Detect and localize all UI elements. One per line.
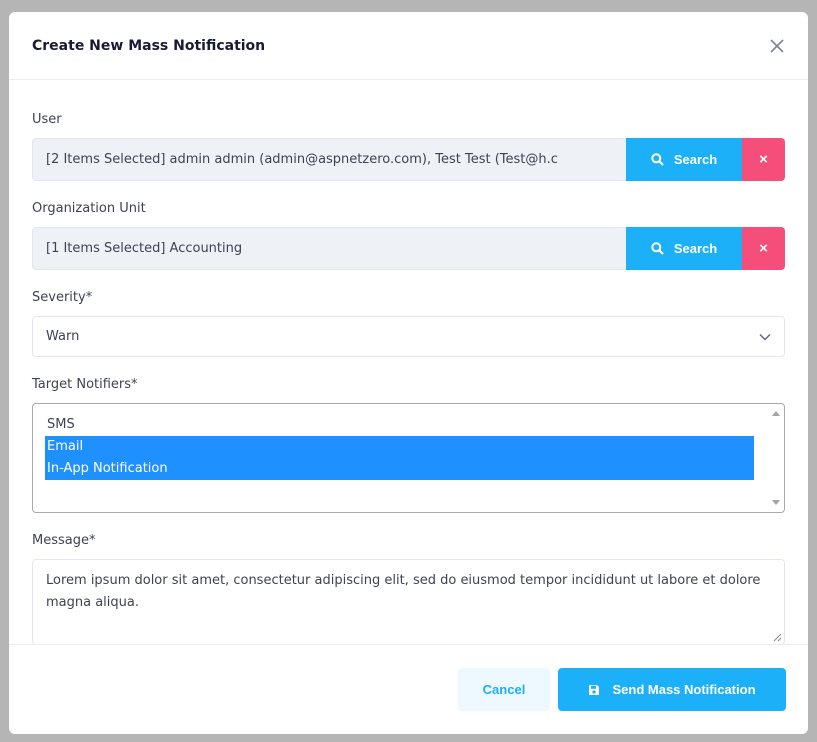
close-button[interactable] bbox=[766, 35, 788, 57]
listbox-scrollbar[interactable] bbox=[769, 405, 783, 511]
modal-body: User [2 Items Selected] admin admin (adm… bbox=[9, 80, 808, 645]
severity-group: Severity* Warn bbox=[32, 288, 785, 357]
user-group: User [2 Items Selected] admin admin (adm… bbox=[32, 110, 785, 181]
message-label: Message* bbox=[32, 533, 96, 548]
org-unit-search-button[interactable]: Search bbox=[626, 227, 742, 270]
notifier-option-email[interactable]: Email bbox=[45, 436, 754, 458]
cancel-button[interactable]: Cancel bbox=[458, 668, 550, 711]
times-icon: × bbox=[759, 240, 768, 257]
severity-label: Severity* bbox=[32, 290, 93, 305]
save-icon bbox=[589, 684, 600, 695]
notifier-option-sms[interactable]: SMS bbox=[45, 414, 754, 436]
user-search-label: Search bbox=[673, 152, 718, 167]
modal-title: Create New Mass Notification bbox=[32, 37, 266, 54]
mass-notification-modal: Create New Mass Notification User [2 Ite… bbox=[9, 12, 808, 734]
notifier-option-in-app[interactable]: In-App Notification bbox=[45, 458, 754, 480]
user-selection-field[interactable]: [2 Items Selected] admin admin (admin@as… bbox=[32, 138, 626, 181]
user-search-button[interactable]: Search bbox=[626, 138, 742, 181]
user-input-group: [2 Items Selected] admin admin (admin@as… bbox=[32, 138, 785, 181]
message-text: Lorem ipsum dolor sit amet, consectetur … bbox=[46, 573, 761, 610]
message-group: Message* Lorem ipsum dolor sit amet, con… bbox=[32, 531, 785, 645]
resize-grip-icon[interactable] bbox=[773, 633, 782, 642]
org-unit-group: Organization Unit [1 Items Selected] Acc… bbox=[32, 199, 785, 270]
org-unit-selection-field[interactable]: [1 Items Selected] Accounting bbox=[32, 227, 626, 270]
target-notifiers-label: Target Notifiers* bbox=[32, 377, 138, 392]
user-label: User bbox=[32, 112, 62, 127]
org-unit-label: Organization Unit bbox=[32, 201, 146, 216]
search-icon bbox=[651, 242, 664, 255]
search-icon bbox=[651, 153, 664, 166]
modal-header: Create New Mass Notification bbox=[9, 12, 808, 80]
user-clear-button[interactable]: × bbox=[742, 138, 785, 181]
scroll-up-arrow-icon[interactable] bbox=[772, 411, 780, 416]
times-icon: × bbox=[759, 151, 768, 168]
message-textarea[interactable]: Lorem ipsum dolor sit amet, consectetur … bbox=[32, 559, 785, 645]
send-mass-notification-button[interactable]: Send Mass Notification bbox=[558, 668, 786, 711]
chevron-down-icon bbox=[759, 333, 771, 340]
scroll-down-arrow-icon[interactable] bbox=[772, 500, 780, 505]
target-notifiers-group: Target Notifiers* SMS Email In-App Notif… bbox=[32, 375, 785, 513]
target-notifiers-listbox[interactable]: SMS Email In-App Notification bbox=[32, 403, 785, 513]
org-unit-clear-button[interactable]: × bbox=[742, 227, 785, 270]
modal-footer: Cancel Send Mass Notification bbox=[9, 644, 808, 734]
org-unit-search-label: Search bbox=[673, 241, 718, 256]
severity-value: Warn bbox=[46, 329, 80, 344]
severity-select[interactable]: Warn bbox=[32, 316, 785, 357]
close-icon bbox=[770, 38, 784, 53]
send-label: Send Mass Notification bbox=[612, 682, 756, 697]
org-unit-input-group: [1 Items Selected] Accounting Search × bbox=[32, 227, 785, 270]
